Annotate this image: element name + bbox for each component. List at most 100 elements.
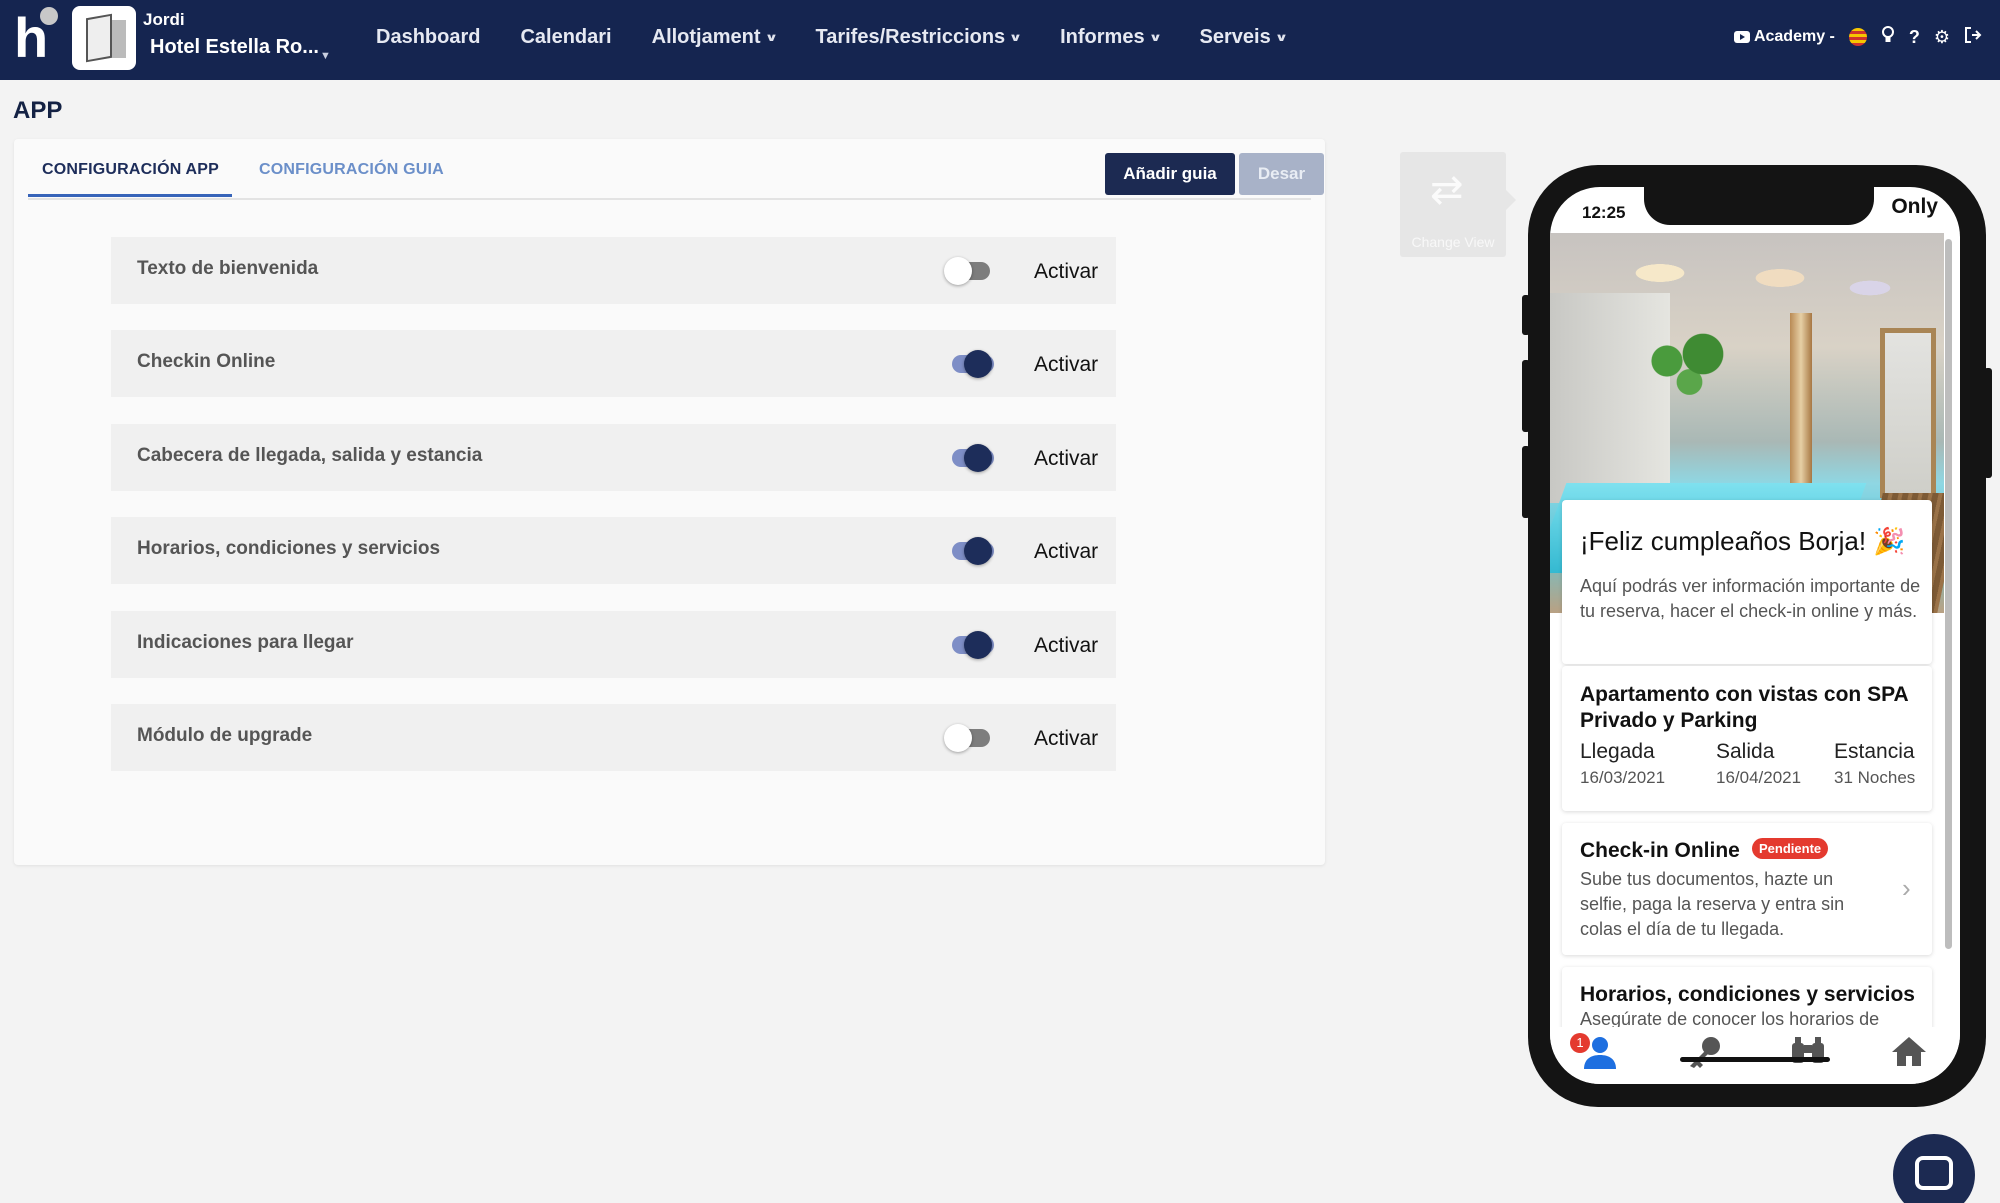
app-config-card: CONFIGURACIÓN APP CONFIGURACIÓN GUIA Aña… — [14, 139, 1325, 865]
setting-row-schedules: Horarios, condiciones y servicios Activa… — [111, 517, 1116, 585]
status-indicator: Only — [1891, 195, 1938, 218]
nav-informes[interactable]: Informes ∨ — [1060, 22, 1162, 52]
change-view-button[interactable]: ⇄ Change View — [1400, 152, 1516, 257]
save-button[interactable]: Desar — [1239, 153, 1324, 195]
navbar-tools: Academy - ? ⚙ — [1733, 24, 1982, 50]
toggle-switch[interactable] — [944, 537, 994, 566]
col-label: Salida — [1716, 740, 1775, 763]
top-navbar: h Jordi Hotel Estella Ro... ▼ Dashboard … — [0, 0, 2000, 80]
academy-label: Academy - — [1753, 28, 1835, 45]
setting-label: Módulo de upgrade — [137, 724, 313, 746]
toggle-label: Activar — [1034, 446, 1099, 470]
nav-label: Tarifes/Restriccions — [815, 25, 1006, 48]
setting-label: Indicaciones para llegar — [137, 631, 354, 653]
nav-allotjament[interactable]: Allotjament ∨ — [651, 22, 778, 52]
phone-screen: 12:25 Only ¡Feliz cumpleaños Borja! 🎉 Aq… — [1550, 187, 1960, 1084]
col-label: Llegada — [1580, 740, 1655, 763]
toggle-label: Activar — [1034, 633, 1099, 657]
col-label: Estancia — [1834, 740, 1915, 763]
setting-row-upgrade: Módulo de upgrade Activar — [111, 703, 1116, 771]
chevron-right-icon: › — [1902, 873, 1911, 903]
setting-label: Cabecera de llegada, salida y estancia — [137, 444, 483, 466]
chat-button[interactable] — [1893, 1134, 1975, 1203]
setting-row-checkin: Checkin Online Activar — [111, 330, 1116, 398]
nav-label: Dashboard — [376, 25, 481, 48]
greeting-card: ¡Feliz cumpleaños Borja! 🎉 Aquí podrás v… — [1562, 500, 1932, 664]
logo-dot — [40, 7, 58, 25]
home-icon[interactable] — [1890, 1035, 1928, 1076]
logout-icon[interactable] — [1964, 26, 1982, 48]
change-view-label: Change View — [1411, 234, 1495, 250]
caret-down-icon[interactable]: ▼ — [320, 50, 331, 62]
greeting-text: Aquí podrás ver información importante d… — [1580, 576, 1921, 621]
setting-row-header: Cabecera de llegada, salida y estancia A… — [111, 423, 1116, 491]
status-time: 12:25 — [1582, 203, 1626, 222]
settings-list: Texto de bienvenida Activar Checkin Onli… — [111, 237, 1116, 797]
checkin-card[interactable]: Check-in Online Pendiente Sube tus docum… — [1562, 823, 1932, 955]
main-menu: Dashboard Calendari Allotjament ∨ Tarifes… — [376, 22, 1288, 52]
active-tab-indicator — [28, 194, 232, 197]
toggle-label: Activar — [1034, 353, 1099, 377]
reservation-card: Apartamento con vistas con SPA Privado y… — [1562, 666, 1932, 811]
checkin-text: Sube tus documentos, hazte un selfie, pa… — [1580, 869, 1845, 939]
gear-icon[interactable]: ⚙ — [1934, 27, 1950, 48]
schedules-title: Horarios, condiciones y servicios — [1580, 983, 1915, 1006]
toggle-switch[interactable] — [944, 630, 994, 659]
checkin-title: Check-in Online — [1580, 839, 1740, 862]
tab-configuracion-guia[interactable]: CONFIGURACIÓN GUIA — [259, 161, 444, 179]
toggle-label: Activar — [1034, 260, 1099, 283]
os-switch-icon: ⇄ — [1430, 168, 1464, 212]
nav-tarifes[interactable]: Tarifes/Restriccions ∨ — [815, 22, 1023, 52]
col-value: 16/04/2021 — [1716, 768, 1802, 787]
user-name: Jordi — [143, 10, 185, 29]
departure-col: Salida 16/04/2021 — [1716, 740, 1801, 788]
nav-label: Allotjament — [651, 25, 761, 48]
scrollbar[interactable] — [1945, 239, 1952, 949]
nav-dashboard[interactable]: Dashboard — [376, 22, 480, 52]
status-badge: Pendiente — [1752, 838, 1829, 859]
arrival-col: Llegada 16/03/2021 — [1580, 740, 1665, 788]
lightbulb-icon[interactable] — [1881, 25, 1895, 49]
toggle-label: Activar — [1034, 540, 1099, 564]
col-value: 16/03/2021 — [1580, 768, 1666, 787]
chevron-down-icon: ∨ — [1008, 31, 1023, 44]
greeting-title: ¡Feliz cumpleaños Borja! 🎉 — [1580, 526, 1906, 556]
nav-label: Calendari — [520, 25, 612, 48]
tab-bar: CONFIGURACIÓN APP CONFIGURACIÓN GUIA Aña… — [28, 139, 1324, 200]
toggle-switch[interactable] — [944, 443, 994, 472]
hotel-thumbnail-graphic — [86, 13, 112, 63]
chevron-down-icon: ∨ — [1148, 31, 1162, 44]
binoculars-icon[interactable] — [1790, 1035, 1826, 1074]
phone-notch — [1644, 187, 1874, 225]
toggle-switch[interactable] — [944, 257, 990, 285]
nav-calendari[interactable]: Calendari — [520, 22, 611, 52]
hotel-selector[interactable]: Hotel Estella Ro... — [150, 36, 319, 59]
notification-badge: 1 — [1570, 1033, 1590, 1053]
chevron-down-icon: ∨ — [764, 31, 778, 44]
nav-label: Serveis — [1199, 25, 1271, 48]
nav-label: Informes — [1060, 25, 1145, 48]
phone-tabbar: 1 — [1550, 1027, 1960, 1084]
academy-link[interactable]: Academy - — [1733, 28, 1835, 46]
help-icon[interactable]: ? — [1909, 27, 1920, 48]
toggle-switch[interactable] — [944, 350, 994, 379]
tab-configuracion-app[interactable]: CONFIGURACIÓN APP — [42, 161, 219, 179]
setting-label: Texto de bienvenida — [137, 258, 319, 279]
toggle-label: Activar — [1034, 726, 1099, 750]
setting-row-welcome: Texto de bienvenida Activar — [111, 237, 1116, 304]
add-guide-button[interactable]: Añadir guia — [1105, 153, 1235, 195]
setting-label: Horarios, condiciones y servicios — [137, 538, 441, 560]
phone-preview: 12:25 Only ¡Feliz cumpleaños Borja! 🎉 Aq… — [1528, 165, 1986, 1107]
youtube-icon — [1733, 31, 1750, 43]
chevron-down-icon: ∨ — [1274, 31, 1288, 44]
apartment-title: Apartamento con vistas con SPA Privado y… — [1580, 683, 1908, 732]
chat-icon — [1915, 1156, 1953, 1190]
nav-serveis[interactable]: Serveis ∨ — [1199, 22, 1288, 52]
toggle-switch[interactable] — [944, 723, 990, 752]
hotel-thumbnail[interactable] — [72, 6, 136, 70]
hotel-thumbnail-graphic-side — [112, 20, 126, 58]
setting-row-directions: Indicaciones para llegar Activar — [111, 610, 1116, 678]
col-value: 31 Noches — [1834, 768, 1916, 787]
catalan-flag-icon[interactable] — [1848, 28, 1867, 46]
page-title: APP — [13, 97, 63, 124]
